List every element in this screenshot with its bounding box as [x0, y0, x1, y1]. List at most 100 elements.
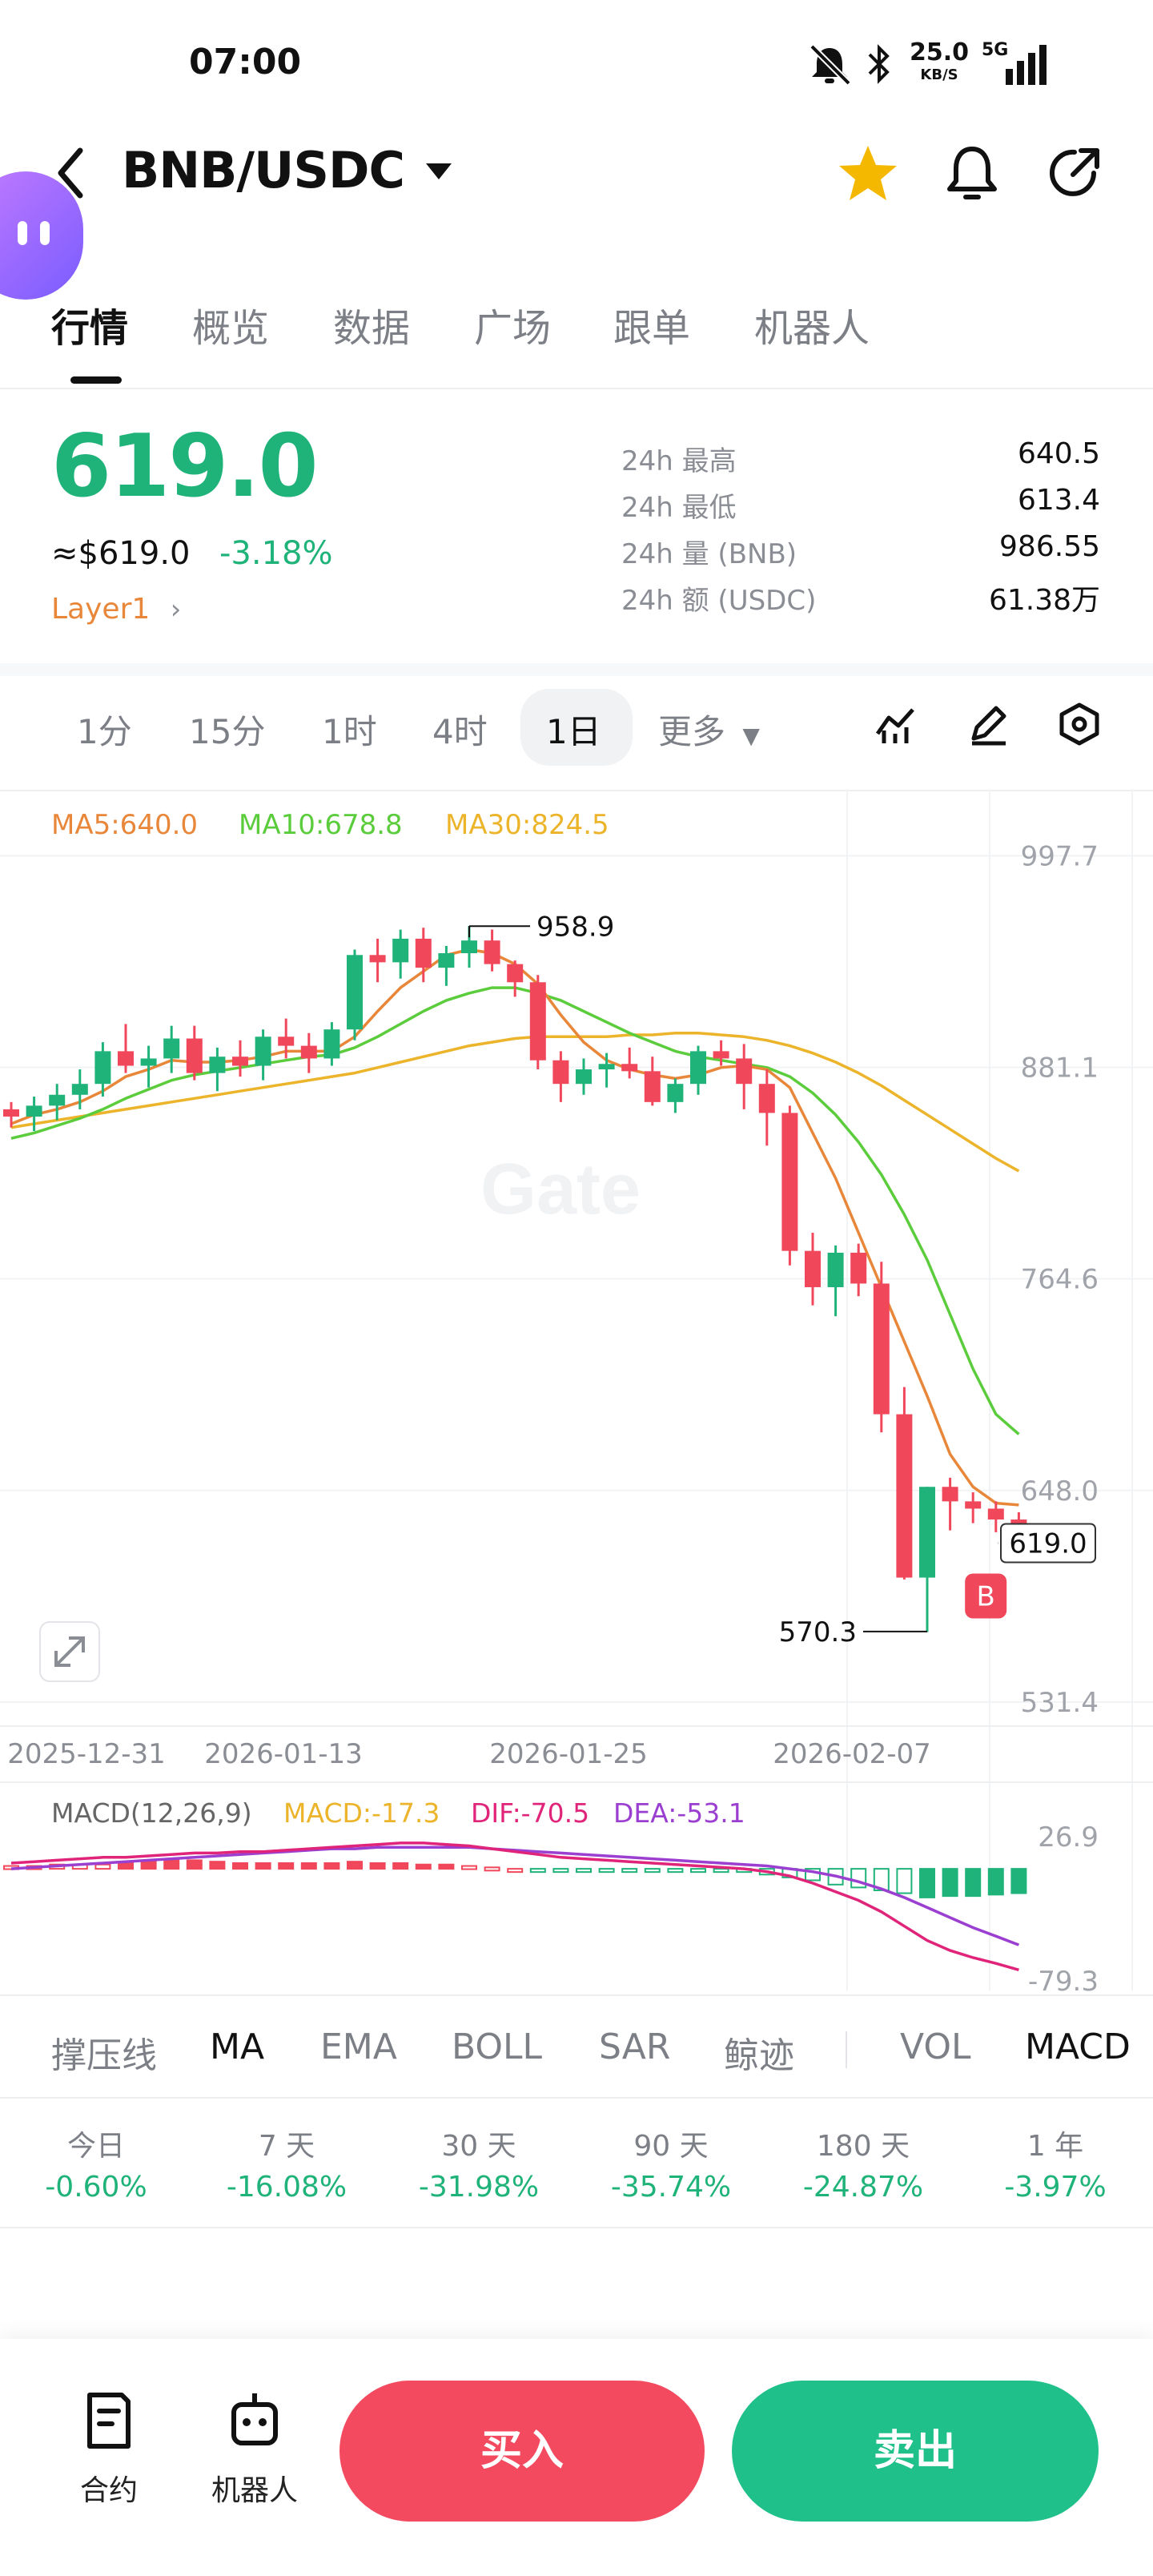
indicator-sar[interactable]: SAR	[599, 2027, 670, 2067]
candle-body	[369, 955, 386, 963]
period-label-7d: 7 天	[258, 2130, 315, 2163]
divider	[846, 2031, 847, 2068]
candle-body	[255, 1036, 271, 1066]
settings-hexagon-icon[interactable]	[1057, 702, 1102, 747]
candle-body	[484, 940, 500, 964]
tab-data[interactable]: 数据	[333, 296, 410, 352]
indicator-boll[interactable]: BOLL	[452, 2027, 542, 2067]
buy-button[interactable]: 买入	[339, 2381, 705, 2522]
candle-body	[758, 1084, 775, 1113]
sector-tag[interactable]: Layer1 ›	[51, 593, 181, 626]
sell-button[interactable]: 卖出	[732, 2381, 1099, 2522]
candle-body	[278, 1036, 295, 1046]
timeframe-1m[interactable]: 1分	[77, 705, 132, 754]
period-label-1y: 1 年	[1026, 2130, 1084, 2163]
tab-overview[interactable]: 概览	[192, 296, 269, 352]
macd-histogram-bar	[690, 1868, 706, 1874]
contract-icon	[87, 2393, 131, 2449]
period-value-today: -0.60%	[45, 2171, 147, 2204]
macd-histogram-bar	[232, 1862, 248, 1870]
y-tick-label: 648.0	[1021, 1475, 1099, 1507]
macd-histogram-bar	[369, 1862, 386, 1870]
timeframe-1d[interactable]: 1日	[546, 705, 601, 754]
change-percent: -3.18%	[219, 535, 333, 572]
macd-histogram-bar	[965, 1868, 982, 1898]
candle-body	[186, 1038, 203, 1073]
timeframe-4h[interactable]: 4时	[432, 705, 488, 754]
macd-histogram-bar	[529, 1868, 546, 1874]
timeframe-more[interactable]: 更多 ▼	[658, 705, 760, 754]
tab-square[interactable]: 广场	[474, 296, 551, 352]
bot-label: 机器人	[211, 2474, 298, 2507]
contract-button[interactable]: 合约	[53, 2390, 165, 2510]
high-label: 958.9	[536, 911, 614, 943]
macd-y-top: 26.9	[1038, 1821, 1099, 1854]
candle-body	[529, 982, 546, 1061]
tab-copy-trading[interactable]: 跟单	[613, 296, 690, 352]
signal-icon	[1006, 45, 1047, 85]
indicator-whale[interactable]: 鲸迹	[724, 2027, 794, 2078]
share-icon[interactable]	[1043, 141, 1107, 205]
macd-y-bottom: -79.3	[1028, 1966, 1099, 1998]
chevron-right-icon: ›	[170, 594, 182, 626]
stat-turnover-label: 24h 额 (USDC)	[621, 585, 817, 617]
y-tick-label: 997.7	[1021, 840, 1099, 872]
candle-body	[461, 940, 477, 954]
tab-market[interactable]: 行情	[51, 296, 128, 352]
section-gap	[0, 663, 1153, 676]
candle-body	[300, 1045, 317, 1059]
macd-histogram-bar	[94, 1863, 111, 1870]
indicator-ma[interactable]: MA	[210, 2027, 264, 2067]
macd-histogram-bar	[667, 1868, 684, 1874]
macd-histogram-bar	[461, 1865, 477, 1870]
timeframe-1h[interactable]: 1时	[322, 705, 377, 754]
candle-body	[323, 1029, 340, 1059]
macd-histogram-bar	[255, 1862, 271, 1870]
candle-body	[26, 1105, 42, 1117]
indicator-vol[interactable]: VOL	[900, 2027, 970, 2067]
macd-histogram-bar	[323, 1862, 340, 1870]
candlestick-chart[interactable]: Gate 997.7 881.1 764.6 648.0 531.4 958.9 570.3 6…	[0, 789, 1153, 2006]
period-value-90d: -35.74%	[610, 2171, 732, 2204]
timeframe-15m[interactable]: 15分	[189, 705, 265, 754]
stat-low-label: 24h 最低	[621, 492, 737, 524]
pencil-icon[interactable]	[966, 702, 1010, 747]
stat-turnover-value: 61.38万	[988, 584, 1100, 617]
macd-histogram-bar	[942, 1868, 958, 1898]
candle-body	[118, 1051, 134, 1066]
period-value-30d: -31.98%	[418, 2171, 540, 2204]
candle-body	[94, 1051, 111, 1085]
y-tick-label: 531.4	[1021, 1687, 1099, 1719]
chevron-down-icon[interactable]	[423, 159, 455, 183]
macd-histogram-bar	[163, 1859, 180, 1870]
back-arrow-icon[interactable]	[38, 141, 102, 205]
dea-line	[10, 1845, 1020, 1946]
macd-histogram-bar	[278, 1862, 295, 1870]
candle-body	[896, 1414, 913, 1578]
star-icon[interactable]	[836, 141, 900, 205]
macd-dif: DIF:-70.5	[471, 1797, 589, 1829]
macd-histogram-bar	[347, 1861, 363, 1870]
macd-histogram-bar	[209, 1861, 226, 1870]
indicator-macd[interactable]: MACD	[1025, 2027, 1153, 2067]
timeframe-more-label: 更多	[658, 712, 726, 751]
indicator-ema[interactable]: EMA	[320, 2027, 397, 2067]
indicator-support-resistance[interactable]: 撑压线	[51, 2027, 157, 2078]
indicator-chart-icon[interactable]	[873, 702, 918, 747]
period-value-7d: -16.08%	[226, 2171, 348, 2204]
macd-histogram-bar	[186, 1859, 203, 1870]
bot-button[interactable]: 机器人	[199, 2390, 311, 2510]
candle-body	[873, 1283, 890, 1415]
x-tick-label: 2025-12-31	[7, 1738, 166, 1770]
stat-high-value: 640.5	[1017, 437, 1100, 470]
candle-body	[713, 1051, 729, 1059]
bell-icon[interactable]	[940, 141, 1004, 205]
pair-title[interactable]: BNB/USDC	[122, 141, 405, 199]
candle-body	[621, 1064, 638, 1072]
tab-bots[interactable]: 机器人	[754, 296, 870, 352]
candle-body	[644, 1071, 661, 1102]
macd-histogram-bar	[438, 1863, 455, 1870]
candle-body	[140, 1058, 157, 1066]
stat-volume-value: 986.55	[999, 530, 1100, 563]
period-label-180d: 180 天	[816, 2130, 910, 2163]
